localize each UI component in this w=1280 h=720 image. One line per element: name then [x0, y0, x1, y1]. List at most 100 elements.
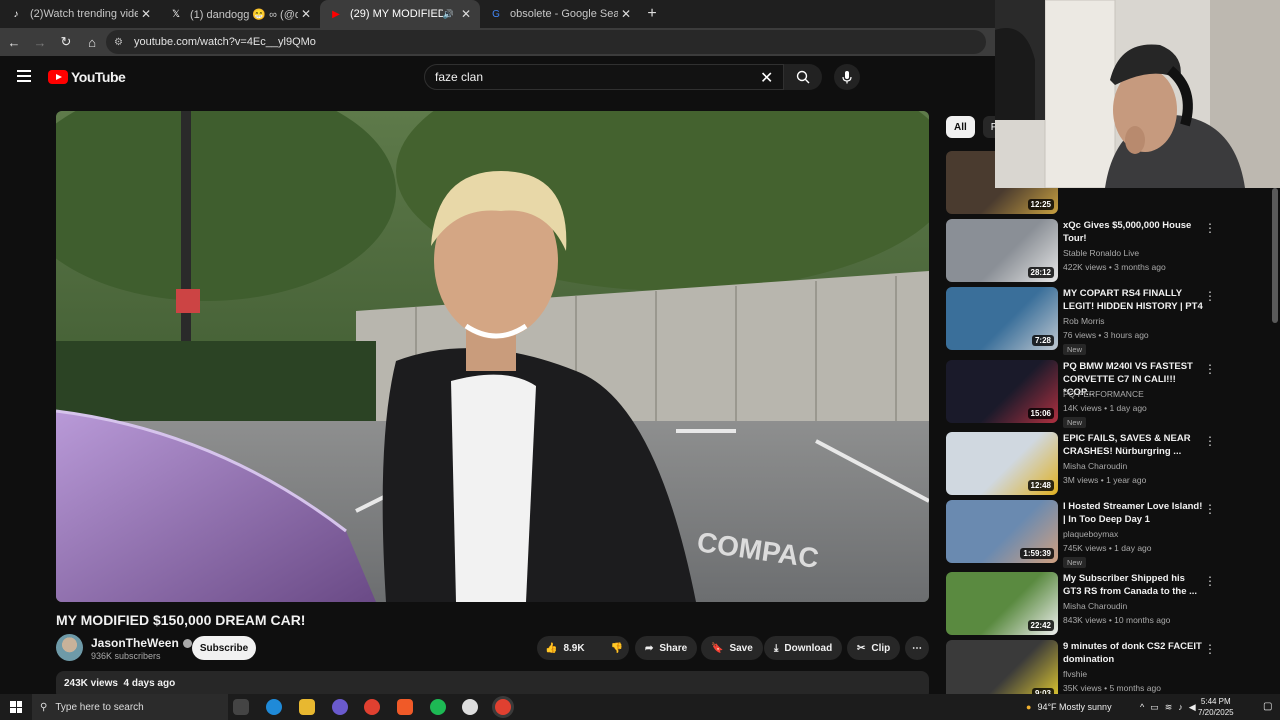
wifi-icon[interactable]: ≋ — [1165, 702, 1173, 713]
video-thumbnail[interactable]: 1:59:39 — [946, 500, 1058, 563]
audio-playing-icon[interactable]: 🔊 — [443, 9, 454, 20]
like-button[interactable]: 👍 8.9K — [537, 643, 585, 654]
recommended-title[interactable]: My Subscriber Shipped his GT3 RS from Ca… — [1063, 572, 1203, 598]
recommended-video[interactable]: 15:06 PQ BMW M240I VS FASTEST CORVETTE C7… — [946, 360, 1276, 428]
save-button[interactable]: 🔖 Save — [701, 636, 763, 660]
more-vertical-icon[interactable]: ⋮ — [1204, 574, 1216, 588]
reload-icon[interactable]: ↻ — [54, 34, 78, 50]
recommended-channel[interactable]: PQ PERFORMANCE — [1063, 389, 1144, 399]
download-button[interactable]: ⤓ Download — [764, 636, 843, 660]
recommended-title[interactable]: EPIC FAILS, SAVES & NEAR CRASHES! Nürbur… — [1063, 432, 1203, 458]
recommended-video[interactable]: 28:12 xQc Gives $5,000,000 House Tour! Sta… — [946, 219, 1276, 285]
share-button[interactable]: ➦ Share — [635, 636, 698, 660]
search-input[interactable]: faze clan — [424, 64, 784, 90]
video-thumbnail[interactable]: 7:28 — [946, 287, 1058, 350]
recommended-title[interactable]: xQc Gives $5,000,000 House Tour! — [1063, 219, 1203, 245]
clock-time: 5:44 PM — [1200, 697, 1231, 706]
browser-tab[interactable]: Gobsolete - Google Search✕ — [480, 0, 640, 28]
browser-tab-strip: ♪(2)Watch trending videos for yo✕𝕏(1) da… — [0, 0, 995, 28]
more-vertical-icon[interactable]: ⋮ — [1204, 502, 1216, 516]
taskbar-search[interactable]: ⚲ Type here to search — [32, 694, 228, 720]
recommended-title[interactable]: MY COPART RS4 FINALLY LEGIT! HIDDEN HIST… — [1063, 287, 1203, 313]
video-thumbnail[interactable]: 12:48 — [946, 432, 1058, 495]
recommended-video[interactable]: 7:28 MY COPART RS4 FINALLY LEGIT! HIDDEN … — [946, 287, 1276, 355]
recommended-video[interactable]: 22:42 My Subscriber Shipped his GT3 RS fr… — [946, 572, 1276, 638]
youtube-play-icon — [48, 70, 68, 84]
recommended-channel[interactable]: Stable Ronaldo Live — [1063, 248, 1139, 258]
recommended-video[interactable]: 12:48 EPIC FAILS, SAVES & NEAR CRASHES! N… — [946, 432, 1276, 498]
close-tab-icon[interactable]: ✕ — [618, 7, 634, 21]
browser-tab[interactable]: ▶ (29) MY MODIFIED $150,000🔊 ✕ — [320, 0, 480, 28]
search-icon — [796, 70, 810, 84]
recommended-channel[interactable]: Misha Charoudin — [1063, 461, 1127, 471]
more-vertical-icon[interactable]: ⋮ — [1204, 642, 1216, 656]
clear-search-icon[interactable]: ✕ — [760, 68, 773, 88]
chevron-up-icon[interactable]: ^ — [1140, 702, 1144, 712]
obs-icon[interactable] — [462, 699, 478, 715]
clip-button[interactable]: ✂ Clip — [847, 636, 901, 660]
new-tab-icon[interactable]: + — [640, 5, 664, 23]
close-tab-icon[interactable]: ✕ — [298, 7, 314, 21]
forward-icon[interactable]: → — [28, 35, 52, 50]
more-horizontal-icon: ⋯ — [912, 642, 922, 654]
subscribe-button[interactable]: Subscribe — [192, 636, 256, 660]
spotify-icon[interactable] — [430, 699, 446, 715]
file-explorer-icon[interactable] — [299, 699, 315, 715]
channel-avatar[interactable] — [56, 634, 83, 661]
like-dislike-group: 👍 8.9K 👎 — [537, 636, 629, 660]
notifications-icon[interactable]: ▢ — [1263, 701, 1272, 712]
recommended-channel[interactable]: plaqueboymax — [1063, 529, 1118, 539]
video-thumbnail[interactable]: 28:12 — [946, 219, 1058, 282]
recommended-channel[interactable]: flvshie — [1063, 669, 1087, 679]
windows-start-icon[interactable] — [10, 701, 22, 713]
more-vertical-icon[interactable]: ⋮ — [1204, 221, 1216, 235]
recommended-channel[interactable]: Rob Morris — [1063, 316, 1105, 326]
more-actions-button[interactable]: ⋯ — [905, 636, 929, 660]
video-thumbnail[interactable]: 15:06 — [946, 360, 1058, 423]
video-player[interactable]: COMPAC — [56, 111, 929, 602]
youtube-logo[interactable]: YouTube — [48, 69, 126, 85]
sidebar-scrollbar[interactable] — [1272, 188, 1278, 323]
recommended-channel[interactable]: Misha Charoudin — [1063, 601, 1127, 611]
filter-chip[interactable]: All — [946, 116, 975, 138]
close-tab-icon[interactable]: ✕ — [138, 7, 154, 21]
video-duration: 12:48 — [1027, 480, 1054, 491]
taskbar-clock[interactable]: 5:44 PM 7/20/2025 — [1198, 696, 1234, 718]
browser-tab[interactable]: 𝕏 (1) dandogg 😁 ∞ (@dandogg✕ — [160, 0, 320, 28]
menu-icon[interactable] — [17, 70, 31, 85]
recommended-video[interactable]: 1:59:39 I Hosted Streamer Love Island! | … — [946, 500, 1276, 568]
task-view-icon[interactable] — [233, 699, 249, 715]
video-thumbnail[interactable]: 22:42 — [946, 572, 1058, 635]
scissors-icon: ✂ — [857, 642, 866, 654]
microphone-tray-icon[interactable]: ♪ — [1178, 702, 1183, 712]
chrome-icon[interactable] — [364, 699, 380, 715]
search-button[interactable] — [784, 64, 822, 90]
address-bar[interactable]: ⚙ youtube.com/watch?v=4Ec__yl9QMo — [106, 30, 986, 54]
back-icon[interactable]: ← — [2, 35, 26, 50]
system-tray: ^ ▭ ≋ ♪ ◀ — [1140, 694, 1196, 720]
recommended-title[interactable]: 9 minutes of donk CS2 FACEIT domination — [1063, 640, 1203, 666]
network-icon[interactable]: ▭ — [1150, 702, 1159, 713]
chrome-active-icon[interactable] — [495, 699, 511, 715]
tab-title: (29) MY MODIFIED $150,000 — [350, 8, 443, 20]
close-tab-icon[interactable]: ✕ — [458, 7, 474, 21]
dislike-button[interactable]: 👎 — [603, 643, 631, 654]
more-vertical-icon[interactable]: ⋮ — [1204, 434, 1216, 448]
recommended-meta: 35K views • 5 months ago — [1063, 683, 1161, 693]
volume-icon[interactable]: ◀ — [1189, 702, 1196, 713]
edge-icon[interactable] — [266, 699, 282, 715]
voice-search-button[interactable] — [834, 64, 860, 90]
channel-name[interactable]: JasonTheWeen — [91, 636, 192, 650]
more-vertical-icon[interactable]: ⋮ — [1204, 362, 1216, 376]
download-icon: ⤓ — [774, 642, 779, 654]
weather-widget[interactable]: ● 94°F Mostly sunny — [1026, 694, 1112, 720]
tiktok-icon: ♪ — [13, 8, 19, 20]
site-info-icon[interactable]: ⚙ — [114, 37, 128, 48]
discord-icon[interactable] — [332, 699, 348, 715]
recommended-title[interactable]: I Hosted Streamer Love Island! | In Too … — [1063, 500, 1203, 526]
home-icon[interactable]: ⌂ — [80, 35, 104, 50]
view-count: 243K views — [64, 678, 118, 689]
more-vertical-icon[interactable]: ⋮ — [1204, 289, 1216, 303]
brave-icon[interactable] — [397, 699, 413, 715]
browser-tab[interactable]: ♪ (2)Watch trending videos for yo✕ — [0, 0, 160, 28]
